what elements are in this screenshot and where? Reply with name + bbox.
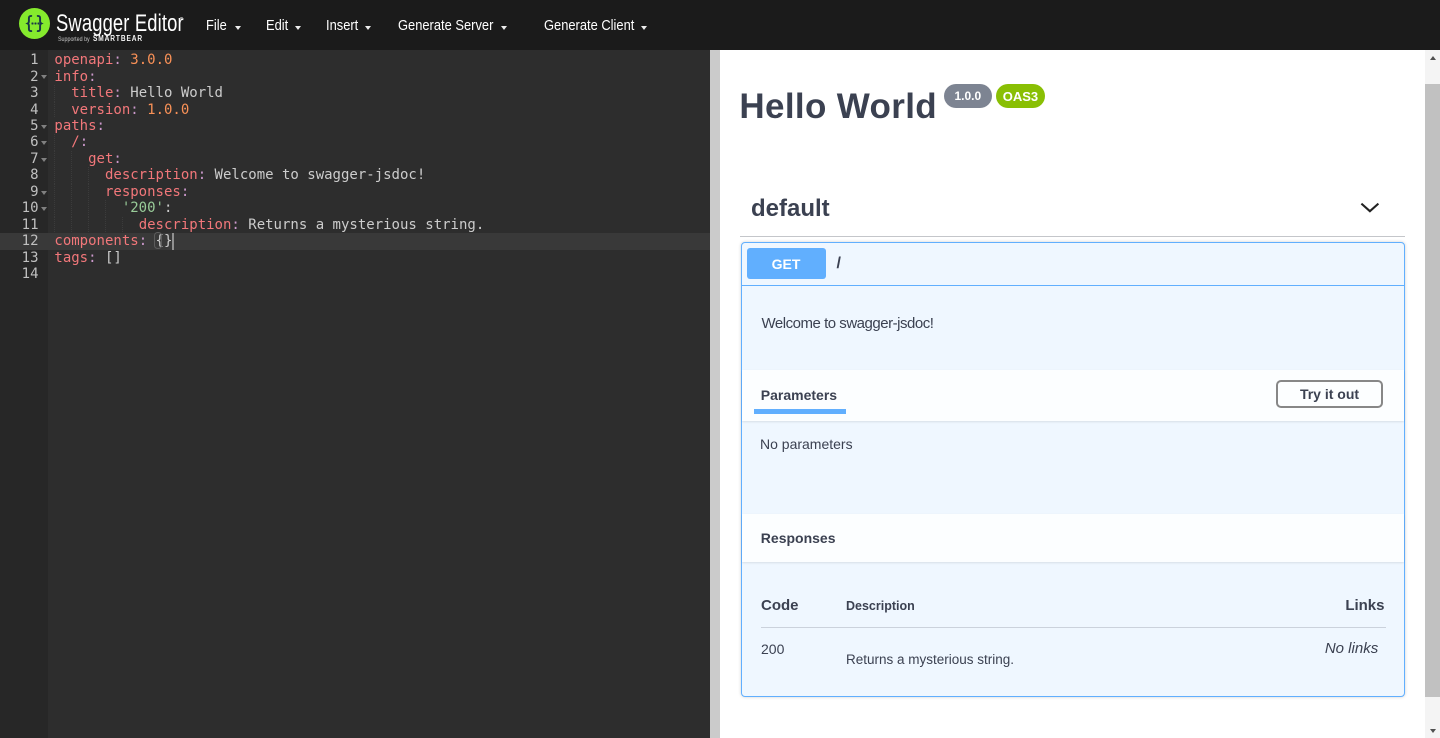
code-line-8[interactable]: description: Welcome to swagger-jsdoc! xyxy=(54,167,425,183)
smartbear-wordmark: SMARTBEAR xyxy=(92,34,142,43)
menu-caret-icon xyxy=(295,26,301,30)
scroll-up-button[interactable] xyxy=(1425,50,1440,65)
line-number-4: 4 xyxy=(0,102,39,118)
version-badge: 1.0.0 xyxy=(944,84,992,108)
brand-trademark-dot xyxy=(180,17,183,20)
responses-code-header: Code xyxy=(761,597,799,614)
menu-label: Edit xyxy=(266,17,288,34)
fold-toggle-icon[interactable] xyxy=(41,191,47,195)
code-line-4[interactable]: version: 1.0.0 xyxy=(54,102,189,118)
code-line-10[interactable]: '200': xyxy=(54,200,172,216)
no-parameters-text: No parameters xyxy=(760,436,853,452)
api-title: Hello World xyxy=(739,89,937,124)
swagger-editor-app: Swagger Editor Supported bySMARTBEAR Fil… xyxy=(0,0,1440,738)
line-number-1: 1 xyxy=(0,52,39,68)
try-it-out-button[interactable]: Try it out xyxy=(1276,380,1383,408)
responses-description-header: Description xyxy=(846,599,915,613)
menu-generate-server[interactable]: Generate Server xyxy=(398,0,507,50)
response-row-links: No links xyxy=(1325,640,1378,657)
scroll-up-arrow-icon xyxy=(1430,56,1436,60)
topbar: Swagger Editor Supported bySMARTBEAR Fil… xyxy=(0,0,1440,50)
code-line-13[interactable]: tags: [] xyxy=(54,250,121,266)
menu-file[interactable]: File xyxy=(206,0,240,50)
fold-toggle-icon[interactable] xyxy=(41,75,47,79)
responses-section-header: Responses xyxy=(742,514,1405,562)
parameters-tab[interactable]: Parameters xyxy=(761,387,837,403)
menu-caret-icon xyxy=(235,26,241,30)
response-row-description: Returns a mysterious string. xyxy=(846,652,1014,667)
api-badges: 1.0.0 OAS3 xyxy=(944,84,1045,108)
menu-edit[interactable]: Edit xyxy=(266,0,302,50)
code-line-3[interactable]: title: Hello World xyxy=(54,85,223,101)
code-line-6[interactable]: /: xyxy=(54,134,88,150)
code-line-5[interactable]: paths: xyxy=(54,118,105,134)
tag-divider xyxy=(740,236,1405,237)
fold-toggle-icon[interactable] xyxy=(41,158,47,162)
operation-summary[interactable]: GET / xyxy=(742,243,1405,286)
oas3-badge: OAS3 xyxy=(996,84,1045,108)
line-number-12: 12 xyxy=(0,233,39,249)
menu-label: Generate Client xyxy=(544,17,634,34)
scrollbar-thumb[interactable] xyxy=(1425,84,1440,697)
menu-label: Insert xyxy=(326,17,358,34)
fold-toggle-icon[interactable] xyxy=(41,207,47,211)
vertical-scrollbar[interactable] xyxy=(1425,50,1440,738)
tag-section-header[interactable]: default xyxy=(740,196,1405,247)
menu-label: Generate Server xyxy=(398,17,493,34)
code-line-11[interactable]: description: Returns a mysterious string… xyxy=(54,217,484,233)
scroll-down-arrow-icon xyxy=(1430,729,1436,733)
line-number-10: 10 xyxy=(0,200,39,216)
responses-title: Responses xyxy=(761,530,836,546)
tag-name: default xyxy=(751,197,830,221)
line-number-9: 9 xyxy=(0,184,39,200)
line-number-2: 2 xyxy=(0,69,39,85)
line-number-11: 11 xyxy=(0,217,39,233)
line-number-14: 14 xyxy=(0,266,39,282)
code-line-2[interactable]: info: xyxy=(54,69,96,85)
chevron-down-icon[interactable] xyxy=(1360,202,1380,216)
active-tab-underline xyxy=(754,409,847,413)
fold-toggle-icon[interactable] xyxy=(41,125,47,129)
parameters-section-header: Parameters Try it out xyxy=(742,370,1405,422)
code-line-7[interactable]: get: xyxy=(54,151,121,167)
responses-links-header: Links xyxy=(1345,597,1384,614)
line-number-8: 8 xyxy=(0,167,39,183)
line-number-6: 6 xyxy=(0,134,39,150)
responses-table-divider xyxy=(761,627,1386,628)
brand-tagline: Supported bySMARTBEAR xyxy=(58,34,143,43)
menu-insert[interactable]: Insert xyxy=(326,0,371,50)
menu-caret-icon xyxy=(501,26,507,30)
operation-description: Welcome to swagger-jsdoc! xyxy=(762,313,934,334)
menu-label: File xyxy=(206,17,227,34)
swagger-ui-preview: Hello World 1.0.0 OAS3 default GET / Wel… xyxy=(720,50,1425,738)
line-number-3: 3 xyxy=(0,85,39,101)
fold-toggle-icon[interactable] xyxy=(41,141,47,145)
menu-caret-icon xyxy=(641,26,647,30)
menu-generate-client[interactable]: Generate Client xyxy=(544,0,648,50)
swagger-logo-icon xyxy=(19,8,50,39)
scroll-down-button[interactable] xyxy=(1425,723,1440,738)
code-line-9[interactable]: responses: xyxy=(54,184,189,200)
matching-bracket-highlight xyxy=(154,232,163,248)
code-editor[interactable]: openapi: 3.0.0 1 info: 2 title: Hello World… xyxy=(0,50,710,738)
text-cursor xyxy=(172,233,174,249)
line-number-7: 7 xyxy=(0,151,39,167)
pane-splitter-handle[interactable] xyxy=(710,50,721,738)
line-number-13: 13 xyxy=(0,250,39,266)
operation-path[interactable]: / xyxy=(837,253,841,274)
operation-block: GET / Welcome to swagger-jsdoc! Paramete… xyxy=(741,242,1406,697)
line-number-5: 5 xyxy=(0,118,39,134)
http-method-badge: GET xyxy=(747,248,826,279)
menu-caret-icon xyxy=(365,26,371,30)
response-row-code: 200 xyxy=(761,641,784,657)
code-line-1[interactable]: openapi: 3.0.0 xyxy=(54,52,172,68)
